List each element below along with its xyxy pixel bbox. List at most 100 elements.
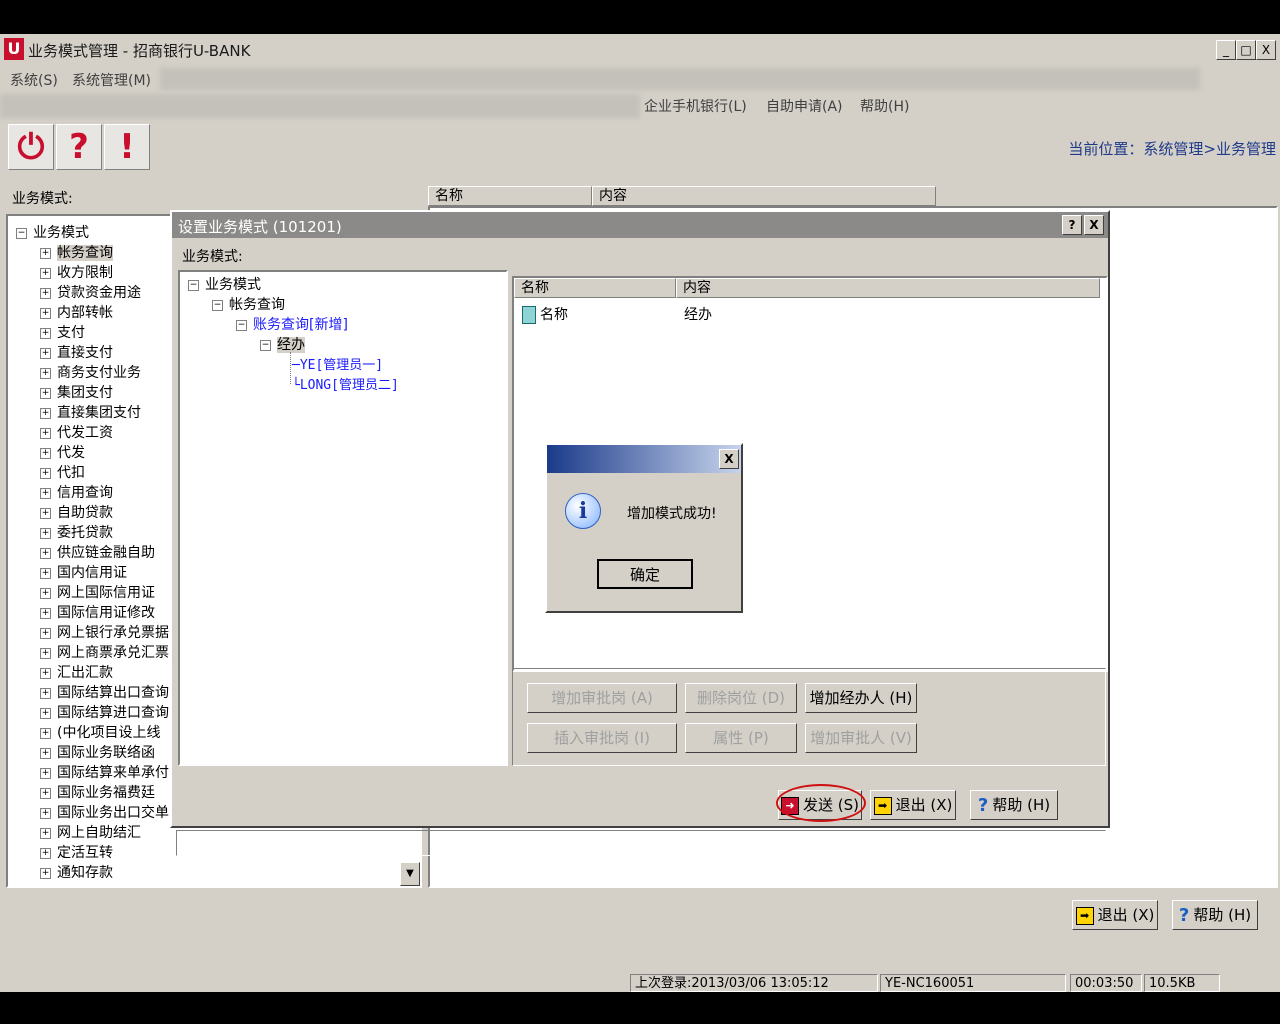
- menu-help[interactable]: 帮助(H): [860, 96, 909, 116]
- dialog-tree-panel[interactable]: − 业务模式 − 帐务查询 − 账务查询[新增] − 经办 ─YE[管理员一] └LON…: [178, 270, 508, 766]
- insert-approval-post-button[interactable]: 插入审批岗 (I): [527, 723, 677, 753]
- left-tree-item-label: 委托贷款: [57, 525, 113, 541]
- menu-self-apply[interactable]: 自助申请(A): [766, 96, 843, 116]
- left-tree-item-label: 自助贷款: [57, 505, 113, 521]
- minimize-button[interactable]: _: [1216, 40, 1236, 60]
- dialog-exit-button[interactable]: ➡ 退出 (X): [870, 790, 956, 820]
- menu-bar: 系统(S) 系统管理(M): [0, 66, 1280, 92]
- delete-post-button[interactable]: 删除岗位 (D): [685, 683, 797, 713]
- left-tree-item[interactable]: + 代发工资: [40, 422, 113, 442]
- expand-icon: +: [40, 607, 51, 619]
- expand-icon: +: [40, 547, 51, 559]
- left-tree-item[interactable]: + 国际业务联络函: [40, 742, 155, 762]
- left-tree-root-label: 业务模式: [33, 225, 89, 241]
- dtree-root[interactable]: − 业务模式: [188, 274, 261, 294]
- dialog-help-button[interactable]: ?: [1062, 215, 1082, 235]
- left-tree-item[interactable]: + 国际业务福费廷: [40, 782, 155, 802]
- msg-close-button[interactable]: X: [719, 449, 739, 469]
- dialog-close-button[interactable]: X: [1084, 215, 1104, 235]
- dialog-list-row[interactable]: 名称: [522, 304, 568, 324]
- left-tree-item[interactable]: + 贷款资金用途: [40, 282, 141, 302]
- left-tree-item[interactable]: + 直接支付: [40, 342, 113, 362]
- left-tree-item[interactable]: + 代扣: [40, 462, 85, 482]
- left-tree-item[interactable]: + 收方限制: [40, 262, 113, 282]
- add-handler-button[interactable]: 增加经办人 (H): [805, 683, 917, 713]
- left-tree-item[interactable]: + 国际结算来单承付: [40, 762, 169, 782]
- dtree-role[interactable]: − 经办: [260, 334, 305, 354]
- expand-icon: +: [40, 627, 51, 639]
- left-tree-item-label: 国际结算进口查询: [57, 705, 169, 721]
- dtree-user-1[interactable]: ─YE[管理员一]: [292, 354, 383, 374]
- left-tree-item-label: 帐务查询: [57, 245, 113, 261]
- dialog-exit-label: 退出 (X): [895, 796, 953, 814]
- left-tree-item[interactable]: + 网上商票承兑汇票: [40, 642, 169, 662]
- left-tree-item[interactable]: + 国内信用证: [40, 562, 127, 582]
- ok-button[interactable]: 确定: [597, 559, 693, 589]
- left-tree-item[interactable]: + 支付: [40, 322, 85, 342]
- exclamation-icon[interactable]: !: [104, 124, 150, 170]
- expand-icon: +: [40, 827, 51, 839]
- menu-system[interactable]: 系统(S): [10, 70, 58, 90]
- add-approver-button[interactable]: 增加审批人 (V): [805, 723, 917, 753]
- left-tree-item-label: 信用查询: [57, 485, 113, 501]
- left-tree-item[interactable]: + 代发: [40, 442, 85, 462]
- maximize-button[interactable]: □: [1236, 40, 1256, 60]
- expand-icon: +: [40, 747, 51, 759]
- properties-button[interactable]: 属性 (P): [685, 723, 797, 753]
- add-approval-post-button[interactable]: 增加审批岗 (A): [527, 683, 677, 713]
- dtree-child[interactable]: − 帐务查询: [212, 294, 285, 314]
- left-tree-item[interactable]: + 商务支付业务: [40, 362, 141, 382]
- left-tree-item[interactable]: + 汇出汇款: [40, 662, 113, 682]
- left-tree-item[interactable]: + 国际结算进口查询: [40, 702, 169, 722]
- footer-exit-button[interactable]: ➡ 退出 (X): [1072, 900, 1158, 930]
- window-title: 业务模式管理 - 招商银行U-BANK: [28, 42, 251, 60]
- footer-help-button[interactable]: ? 帮助 (H): [1172, 900, 1258, 930]
- footer-exit-label: 退出 (X): [1097, 906, 1155, 924]
- location-breadcrumb: 当前位置：系统管理>业务管理: [1068, 140, 1276, 158]
- document-icon: [522, 306, 536, 324]
- blurred-menu-area: [160, 68, 1200, 90]
- left-tree-item-label: 贷款资金用途: [57, 285, 141, 301]
- expand-icon: +: [40, 407, 51, 419]
- dtree-child-label: 帐务查询: [229, 297, 285, 313]
- left-tree-item[interactable]: + 定活互转: [40, 842, 113, 862]
- left-tree-item[interactable]: + 国际业务出口交单: [40, 802, 169, 822]
- menu-mobile-bank[interactable]: 企业手机银行(L): [644, 96, 747, 116]
- header-name: 名称: [428, 186, 592, 206]
- left-tree-item[interactable]: + 信用查询: [40, 482, 113, 502]
- left-tree-item[interactable]: + 网上国际信用证: [40, 582, 155, 602]
- left-tree-item[interactable]: + 网上银行承兑票据: [40, 622, 169, 642]
- left-tree-item[interactable]: + 通知存款: [40, 862, 113, 880]
- left-tree-item[interactable]: + (中化项目设上线: [40, 722, 160, 742]
- left-tree-item[interactable]: + 自助贷款: [40, 502, 113, 522]
- dtree-new-item[interactable]: − 账务查询[新增]: [236, 314, 348, 334]
- dtree-user-2[interactable]: └LONG[管理员二]: [292, 374, 399, 394]
- help-icon: ?: [1178, 904, 1190, 926]
- dialog-help-action-button[interactable]: ? 帮助 (H): [970, 790, 1058, 820]
- power-icon[interactable]: ⏻: [8, 124, 54, 170]
- expand-icon: +: [40, 287, 51, 299]
- left-tree-item[interactable]: + 国际结算出口查询: [40, 682, 169, 702]
- expand-icon: +: [40, 507, 51, 519]
- left-tree-root[interactable]: − 业务模式: [16, 222, 89, 242]
- dtree-root-label: 业务模式: [205, 277, 261, 293]
- left-tree-item[interactable]: + 内部转帐: [40, 302, 113, 322]
- menu-system-management[interactable]: 系统管理(M): [72, 70, 151, 90]
- left-tree-item[interactable]: + 集团支付: [40, 382, 113, 402]
- left-tree-item[interactable]: + 供应链金融自助: [40, 542, 155, 562]
- left-tree-item[interactable]: + 帐务查询: [40, 242, 113, 262]
- left-tree-item[interactable]: + 直接集团支付: [40, 402, 141, 422]
- left-tree-item-label: 商务支付业务: [57, 365, 141, 381]
- exit-icon: ➡: [873, 796, 892, 815]
- scroll-down-button[interactable]: ▼: [400, 862, 420, 886]
- left-tree-item[interactable]: + 委托贷款: [40, 522, 113, 542]
- expand-icon: +: [40, 427, 51, 439]
- left-tree-item[interactable]: + 网上自助结汇: [40, 822, 141, 842]
- expand-icon: +: [40, 687, 51, 699]
- status-user: YE-NC160051: [880, 974, 1066, 992]
- collapse-icon: −: [212, 299, 223, 311]
- left-tree-item[interactable]: + 国际信用证修改: [40, 602, 155, 622]
- left-tree-item-label: 支付: [57, 325, 85, 341]
- close-button[interactable]: X: [1256, 40, 1276, 60]
- question-icon[interactable]: ?: [56, 124, 102, 170]
